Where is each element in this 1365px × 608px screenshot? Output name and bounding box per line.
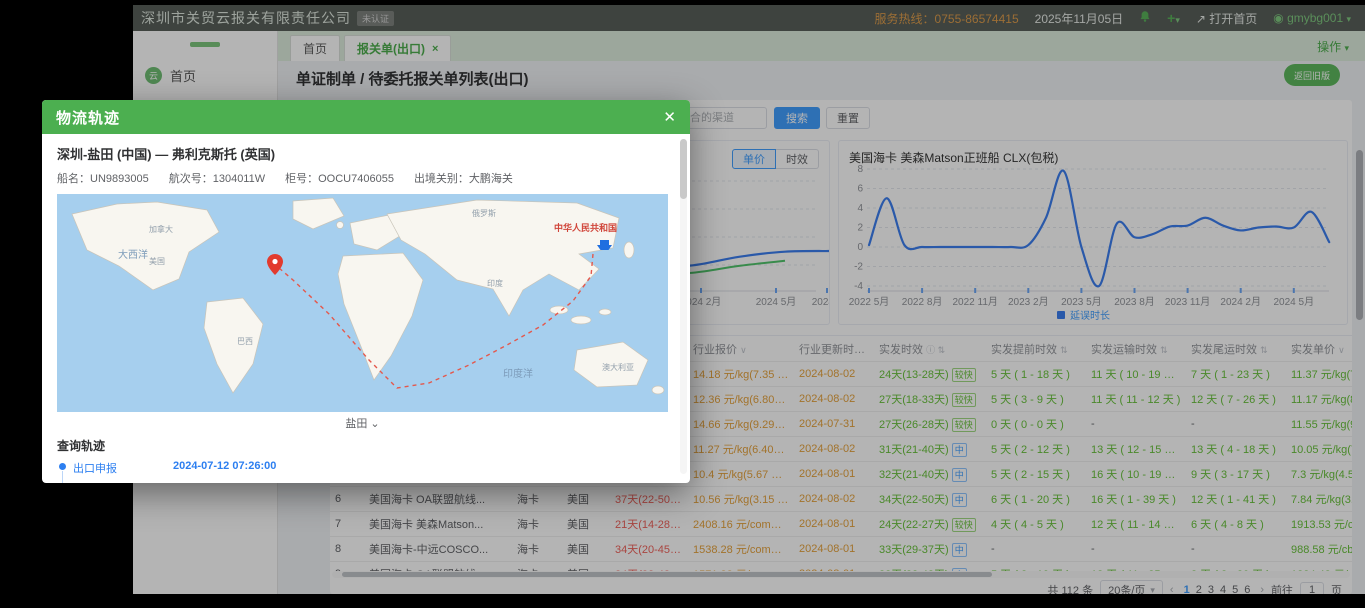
modal-scrollbar[interactable]	[680, 139, 687, 474]
country-label: 加拿大	[149, 224, 173, 234]
logistics-track-modal: 物流轨迹 ✕ 深圳-盐田 (中国) — 弗利克斯托 (英国) 船名：UN9893…	[42, 100, 690, 483]
country-label: 美国	[149, 256, 165, 266]
timeline-dot	[59, 463, 66, 470]
info-field: 航次号：1304011W	[169, 170, 265, 186]
ocean-label: 印度洋	[503, 367, 533, 380]
info-field: 船名：UN9893005	[57, 170, 149, 186]
screenshot-stage: 深圳市关贸云报关有限责任公司 未认证 服务热线：0755-86574415 20…	[0, 0, 1365, 608]
timeline-event: 出口申报2024-07-12 07:26:00	[57, 460, 668, 482]
ocean-label: 大西洋	[118, 248, 148, 261]
country-label: 巴西	[237, 337, 253, 346]
world-map[interactable]: 大西洋印度洋 加拿大美国巴西 俄罗斯印度澳大利亚 中华人民共和国	[57, 194, 668, 412]
tracking-timeline: 出口申报2024-07-12 07:26:00出口放行2024-07-12 18…	[57, 460, 668, 483]
timeline-event: 出口放行2024-07-12 18:04:08	[57, 482, 668, 483]
modal-close-icon[interactable]: ✕	[663, 108, 676, 126]
info-field: 柜号：OOCU7406055	[285, 170, 394, 186]
track-section-title: 查询轨迹	[57, 437, 668, 454]
modal-header: 物流轨迹 ✕	[42, 100, 690, 134]
country-label: 澳大利亚	[602, 362, 634, 372]
country-label: 印度	[487, 278, 503, 288]
china-label: 中华人民共和国	[554, 222, 617, 233]
country-label: 俄罗斯	[472, 208, 496, 218]
modal-body: 深圳-盐田 (中国) — 弗利克斯托 (英国) 船名：UN9893005 航次号：…	[42, 134, 690, 483]
shipment-route: 深圳-盐田 (中国) — 弗利克斯托 (英国)	[57, 144, 668, 163]
info-field: 出境关别：大鹏海关	[414, 170, 513, 186]
port-dropdown[interactable]: 盐田 ⌄	[57, 415, 668, 431]
shipment-info: 船名：UN9893005 航次号：1304011W 柜号：OOCU7406055 出境…	[57, 170, 668, 186]
modal-title: 物流轨迹	[56, 107, 120, 128]
